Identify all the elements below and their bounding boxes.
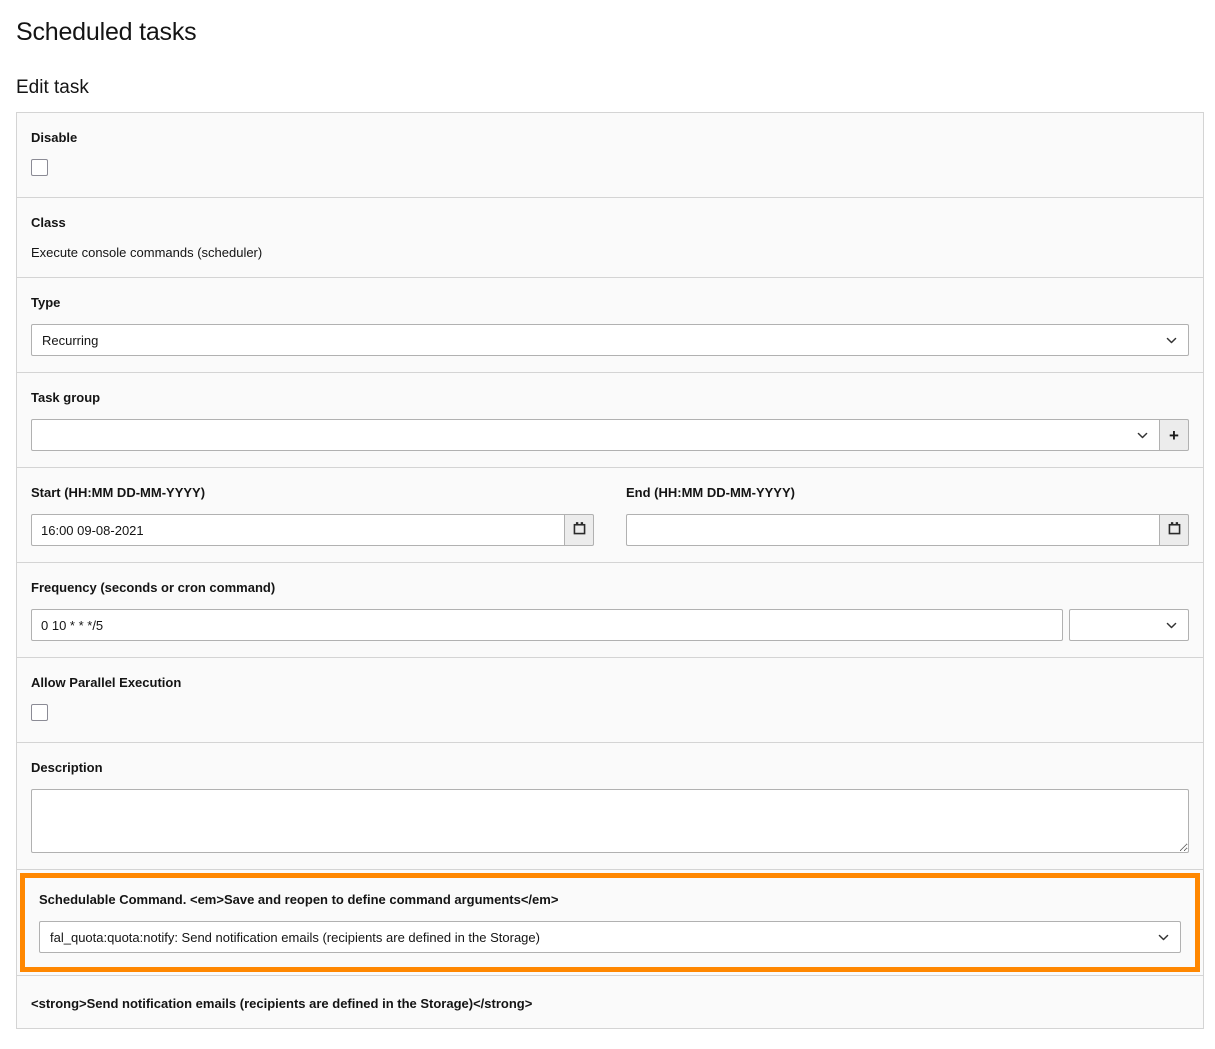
description-textarea[interactable] bbox=[31, 789, 1189, 853]
start-label: Start (HH:MM DD-MM-YYYY) bbox=[31, 484, 594, 501]
field-task-group: Task group + bbox=[16, 372, 1204, 468]
frequency-label: Frequency (seconds or cron command) bbox=[31, 579, 1189, 596]
type-select[interactable]: Recurring bbox=[31, 324, 1189, 356]
frequency-preset-select[interactable] bbox=[1069, 609, 1189, 641]
field-parallel-execution: Allow Parallel Execution bbox=[16, 657, 1204, 743]
plus-icon: + bbox=[1169, 427, 1179, 444]
type-select-value: Recurring bbox=[42, 333, 98, 348]
task-group-label: Task group bbox=[31, 389, 1189, 406]
chevron-down-icon bbox=[1165, 334, 1178, 347]
start-input[interactable] bbox=[31, 514, 565, 546]
edit-task-heading: Edit task bbox=[16, 77, 1204, 99]
class-value: Execute console commands (scheduler) bbox=[31, 244, 1189, 261]
schedulable-command-highlight: Schedulable Command. <em>Save and reopen… bbox=[20, 873, 1200, 972]
page-title: Scheduled tasks bbox=[16, 18, 1204, 47]
add-task-group-button[interactable]: + bbox=[1159, 419, 1189, 451]
schedulable-command-select[interactable]: fal_quota:quota:notify: Send notificatio… bbox=[39, 921, 1181, 953]
calendar-icon bbox=[572, 521, 587, 539]
schedulable-command-value: fal_quota:quota:notify: Send notificatio… bbox=[50, 930, 540, 945]
field-schedulable-command: Schedulable Command. <em>Save and reopen… bbox=[16, 869, 1204, 976]
disable-checkbox[interactable] bbox=[31, 159, 48, 176]
description-label: Description bbox=[31, 759, 1189, 776]
field-start-end: Start (HH:MM DD-MM-YYYY) End (HH:MM DD-M… bbox=[16, 467, 1204, 563]
end-label: End (HH:MM DD-MM-YYYY) bbox=[626, 484, 1189, 501]
parallel-execution-checkbox[interactable] bbox=[31, 704, 48, 721]
start-column: Start (HH:MM DD-MM-YYYY) bbox=[31, 483, 594, 546]
field-command-info: <strong>Send notification emails (recipi… bbox=[16, 975, 1204, 1029]
disable-label: Disable bbox=[31, 129, 1189, 146]
field-disable: Disable bbox=[16, 112, 1204, 198]
end-input[interactable] bbox=[626, 514, 1160, 546]
chevron-down-icon bbox=[1157, 931, 1170, 944]
field-description: Description bbox=[16, 742, 1204, 870]
parallel-execution-label: Allow Parallel Execution bbox=[31, 674, 1189, 691]
edit-task-form: Disable Class Execute console commands (… bbox=[16, 112, 1204, 1029]
start-datepicker-button[interactable] bbox=[564, 514, 594, 546]
end-datepicker-button[interactable] bbox=[1159, 514, 1189, 546]
page: Scheduled tasks Edit task Disable Class … bbox=[0, 0, 1215, 1049]
type-label: Type bbox=[31, 294, 1189, 311]
class-label: Class bbox=[31, 214, 1189, 231]
command-info-text: <strong>Send notification emails (recipi… bbox=[31, 995, 1189, 1012]
frequency-input[interactable] bbox=[31, 609, 1063, 641]
chevron-down-icon bbox=[1136, 429, 1149, 442]
field-type: Type Recurring bbox=[16, 277, 1204, 373]
end-column: End (HH:MM DD-MM-YYYY) bbox=[626, 483, 1189, 546]
task-group-select[interactable] bbox=[31, 419, 1160, 451]
calendar-icon bbox=[1167, 521, 1182, 539]
schedulable-command-label: Schedulable Command. <em>Save and reopen… bbox=[39, 891, 1181, 908]
chevron-down-icon bbox=[1165, 619, 1178, 632]
field-frequency: Frequency (seconds or cron command) bbox=[16, 562, 1204, 658]
field-class: Class Execute console commands (schedule… bbox=[16, 197, 1204, 278]
